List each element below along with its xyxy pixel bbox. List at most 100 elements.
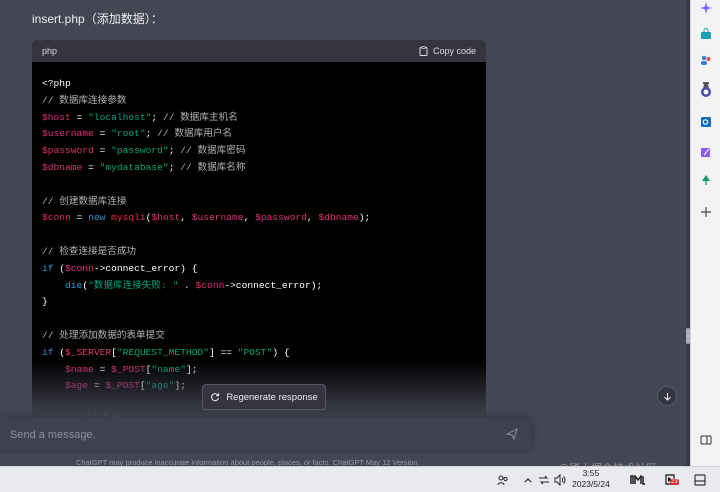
message-heading: insert.php（添加数据）： <box>32 12 163 26</box>
message-input[interactable] <box>8 425 492 445</box>
code-token: new <box>88 212 106 224</box>
code-token: ; <box>145 128 158 140</box>
code-token: mysqli <box>111 212 146 224</box>
code-token: $conn <box>195 279 225 291</box>
code-token: . <box>178 279 196 291</box>
code-token: $password <box>42 145 94 157</box>
code-token: ) { <box>272 346 290 358</box>
code-line: $password = "password"; // 数据库密码 <box>42 143 476 160</box>
code-token: $username <box>191 212 244 224</box>
sidebar-toggle-icon[interactable] <box>698 432 714 448</box>
tree-icon[interactable] <box>698 172 714 188</box>
add-icon[interactable] <box>698 204 714 220</box>
regenerate-button[interactable]: Regenerate response <box>202 384 326 410</box>
regenerate-label: Regenerate response <box>226 391 318 403</box>
notification-badge: 23 <box>670 479 679 485</box>
code-line: die("数据库连接失败: " . $conn->connect_error); <box>42 278 476 295</box>
code-token: $username <box>42 128 94 140</box>
code-token: ] == <box>208 346 238 358</box>
code-token: "数据库连接失败: " <box>88 279 179 291</box>
code-token: ); <box>358 212 371 224</box>
code-header: php Copy code <box>32 40 486 62</box>
code-token: "POST" <box>237 346 273 358</box>
system-clock[interactable]: 3:55 2023/5/24 <box>572 468 610 490</box>
code-token: die <box>65 279 83 291</box>
code-token: // 检查连接是否成功 <box>42 245 137 257</box>
code-token: $conn <box>42 212 71 224</box>
send-button[interactable] <box>505 427 518 445</box>
code-token: $conn <box>65 262 94 274</box>
code-token: , <box>306 212 319 224</box>
outlook-icon[interactable] <box>698 114 714 130</box>
code-token: ->connect_error); <box>224 279 323 291</box>
code-token: "password" <box>111 145 169 157</box>
code-token: , <box>180 212 192 224</box>
code-token: "REQUEST_METHOD" <box>116 346 209 358</box>
people-icon[interactable] <box>496 471 510 489</box>
code-line: // 处理添加数据的表单提交 <box>42 328 476 345</box>
code-line: <?php <box>42 76 476 93</box>
code-language: php <box>42 46 58 56</box>
code-token: $host <box>42 111 71 123</box>
code-token: ; <box>151 111 163 123</box>
code-token: <?php <box>42 78 71 89</box>
clipboard-icon <box>419 46 428 56</box>
code-token: $dbname <box>318 212 359 224</box>
code-block: php Copy code <?php // 数据库连接参数 $host = "lo… <box>32 40 486 420</box>
code-token: = <box>70 111 89 123</box>
code-token: = <box>70 212 89 224</box>
message-composer <box>0 418 532 450</box>
clock-date: 2023/5/24 <box>572 479 610 489</box>
copy-code-button[interactable]: Copy code <box>419 46 476 56</box>
code-line: // 检查连接是否成功 <box>42 244 476 261</box>
code-token: // 创建数据库连接 <box>42 195 127 207</box>
code-line: ​ <box>42 177 476 194</box>
chevron-up-icon[interactable] <box>522 471 534 489</box>
network-icon[interactable] <box>538 471 550 489</box>
ime-icon[interactable] <box>630 471 646 489</box>
notification-icon[interactable]: 23 <box>662 471 680 489</box>
people-icon[interactable] <box>698 52 714 68</box>
code-line: if ($conn->connect_error) { <box>42 261 476 278</box>
chat-area: insert.php（添加数据）： php Copy code <?php // … <box>0 0 690 467</box>
code-line: $conn = new mysqli($host, $username, $pa… <box>42 210 476 227</box>
sparkle-icon[interactable] <box>698 0 714 16</box>
copilot-icon[interactable] <box>698 84 714 100</box>
code-token: // 数据库用户名 <box>157 128 233 140</box>
drawing-icon[interactable] <box>698 144 714 160</box>
code-line: // 数据库连接参数 <box>42 93 476 110</box>
code-token: ( <box>53 262 66 274</box>
code-token: ( <box>53 346 66 358</box>
code-token: "root" <box>111 128 146 140</box>
code-token: } <box>42 296 48 308</box>
code-token: $password <box>255 212 307 224</box>
code-line: $dbname = "mydatabase"; // 数据库名称 <box>42 160 476 177</box>
code-token: $_SERVER <box>65 346 112 358</box>
code-token: // 数据库名称 <box>180 161 246 173</box>
taskbar: 3:55 2023/5/24 23 <box>0 466 720 492</box>
code-token: "localhost" <box>88 111 152 123</box>
scroll-to-bottom-button[interactable] <box>657 386 677 406</box>
code-token: ; <box>168 161 181 173</box>
code-token: ; <box>168 145 181 157</box>
code-token: ->connect_error) { <box>93 262 198 274</box>
arrow-down-icon <box>663 392 671 401</box>
code-token: = <box>93 145 112 157</box>
code-line: ​ <box>42 227 476 244</box>
code-token: // 处理添加数据的表单提交 <box>42 329 165 341</box>
code-line: $username = "root"; // 数据库用户名 <box>42 126 476 143</box>
code-token: = <box>82 161 100 173</box>
speaker-icon[interactable] <box>554 471 566 489</box>
code-line: // 创建数据库连接 <box>42 194 476 211</box>
shopping-bag-icon[interactable] <box>698 26 714 42</box>
clock-time: 3:55 <box>582 468 600 478</box>
code-token: // 数据库密码 <box>180 145 246 157</box>
code-token: "mydatabase" <box>99 161 169 173</box>
settings-icon[interactable] <box>692 471 708 489</box>
code-line: ​ <box>42 311 476 328</box>
send-icon <box>505 428 518 441</box>
code-token: // 数据库主机名 <box>162 111 238 123</box>
code-token: $dbname <box>42 161 83 173</box>
copy-code-label: Copy code <box>432 46 476 56</box>
